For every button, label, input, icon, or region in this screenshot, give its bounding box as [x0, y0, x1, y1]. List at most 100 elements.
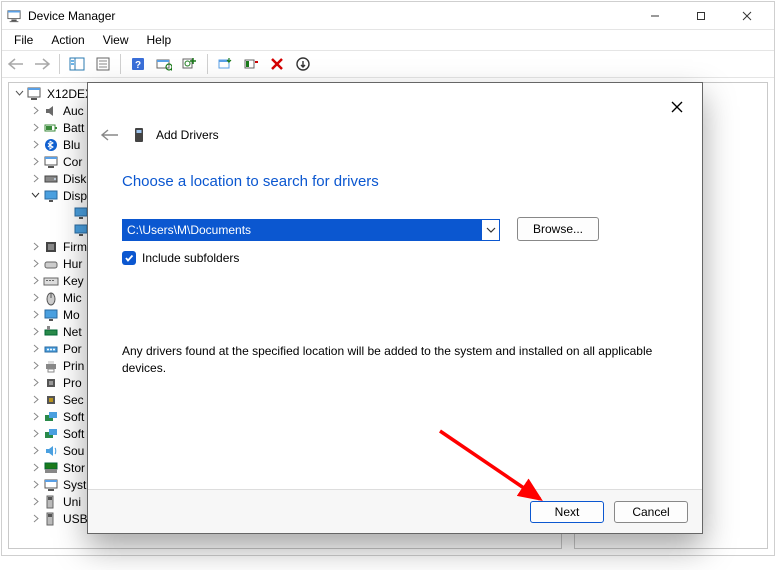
dropdown-button[interactable]	[481, 220, 499, 240]
uninstall-device-button[interactable]	[239, 53, 263, 75]
include-subfolders-checkbox[interactable]	[122, 251, 136, 265]
device-category-icon	[43, 477, 59, 493]
nav-forward-button[interactable]	[30, 53, 54, 75]
chevron-right-icon[interactable]	[29, 513, 41, 525]
chevron-right-icon[interactable]	[29, 411, 41, 423]
device-category-icon	[43, 273, 59, 289]
next-button-label: Next	[555, 505, 580, 519]
menu-help[interactable]: Help	[139, 31, 180, 49]
tree-node-label: Batt	[63, 121, 84, 135]
chevron-right-icon[interactable]	[29, 326, 41, 338]
tree-node-label: Stor	[63, 461, 85, 475]
tree-node-label: Soft	[63, 410, 84, 424]
device-category-icon	[43, 324, 59, 340]
menu-file[interactable]: File	[6, 31, 41, 49]
tree-node-label: Soft	[63, 427, 84, 441]
device-category-icon	[43, 307, 59, 323]
app-icon	[6, 8, 22, 24]
menu-view[interactable]: View	[95, 31, 137, 49]
next-button[interactable]: Next	[530, 501, 604, 523]
add-driver-button[interactable]	[178, 53, 202, 75]
disable-device-button[interactable]	[265, 53, 289, 75]
device-category-icon	[43, 120, 59, 136]
path-input[interactable]	[123, 220, 481, 240]
device-category-icon	[43, 358, 59, 374]
dialog-footer: Next Cancel	[88, 489, 702, 533]
dialog-description: Any drivers found at the specified locat…	[122, 343, 668, 377]
properties-button[interactable]	[91, 53, 115, 75]
device-category-icon	[43, 341, 59, 357]
device-category-icon	[43, 239, 59, 255]
close-button[interactable]	[724, 2, 770, 30]
chevron-right-icon[interactable]	[29, 275, 41, 287]
chevron-right-icon[interactable]	[29, 496, 41, 508]
device-category-icon	[43, 188, 59, 204]
chevron-right-icon[interactable]	[29, 360, 41, 372]
menu-action[interactable]: Action	[43, 31, 92, 49]
browse-button-label: Browse...	[533, 222, 583, 236]
back-button[interactable]	[98, 123, 122, 147]
device-category-icon	[43, 392, 59, 408]
scan-hardware-button[interactable]	[152, 53, 176, 75]
device-category-icon	[43, 375, 59, 391]
chevron-down-icon[interactable]	[13, 88, 25, 100]
chevron-right-icon[interactable]	[29, 156, 41, 168]
chevron-right-icon[interactable]	[29, 445, 41, 457]
include-subfolders-label: Include subfolders	[142, 251, 239, 265]
device-category-icon	[43, 290, 59, 306]
window-controls	[632, 2, 770, 30]
chevron-right-icon[interactable]	[29, 462, 41, 474]
chevron-right-icon[interactable]	[29, 343, 41, 355]
tree-node-label: Mic	[63, 291, 82, 305]
svg-text:?: ?	[135, 60, 141, 71]
driver-icon	[132, 126, 146, 144]
dialog-title: Add Drivers	[132, 126, 219, 144]
dialog-close-button[interactable]	[662, 93, 692, 121]
add-drivers-dialog: Add Drivers Choose a location to search …	[87, 82, 703, 534]
tree-node-label: Pro	[63, 376, 82, 390]
chevron-right-icon[interactable]	[29, 105, 41, 117]
show-hide-tree-button[interactable]	[65, 53, 89, 75]
update-driver-button[interactable]	[213, 53, 237, 75]
device-category-icon	[43, 137, 59, 153]
chevron-right-icon[interactable]	[29, 292, 41, 304]
computer-icon	[27, 86, 43, 102]
toolbar: ?	[2, 50, 774, 78]
chevron-right-icon[interactable]	[29, 258, 41, 270]
chevron-right-icon[interactable]	[29, 428, 41, 440]
chevron-right-icon[interactable]	[29, 377, 41, 389]
tree-node-label: Hur	[63, 257, 82, 271]
chevron-right-icon[interactable]	[29, 309, 41, 321]
device-category-icon	[43, 494, 59, 510]
enable-device-button[interactable]	[291, 53, 315, 75]
device-category-icon	[43, 256, 59, 272]
tree-node-label: Disp	[63, 189, 87, 203]
chevron-right-icon[interactable]	[29, 394, 41, 406]
maximize-button[interactable]	[678, 2, 724, 30]
chevron-right-icon[interactable]	[29, 173, 41, 185]
nav-back-button[interactable]	[4, 53, 28, 75]
chevron-down-icon[interactable]	[29, 190, 41, 202]
tree-node-label: Mo	[63, 308, 80, 322]
cancel-button[interactable]: Cancel	[614, 501, 688, 523]
chevron-right-icon[interactable]	[29, 139, 41, 151]
chevron-right-icon[interactable]	[29, 479, 41, 491]
tree-node-label: Disk	[63, 172, 86, 186]
help-button[interactable]: ?	[126, 53, 150, 75]
window-title: Device Manager	[28, 9, 632, 23]
device-category-icon	[43, 426, 59, 442]
tree-node-label: Blu	[63, 138, 80, 152]
path-combobox[interactable]	[122, 219, 500, 241]
menu-bar: File Action View Help	[2, 30, 774, 50]
browse-button[interactable]: Browse...	[517, 217, 599, 241]
device-category-icon	[43, 460, 59, 476]
tree-node-label: Sec	[63, 393, 84, 407]
tree-node-label: Key	[63, 274, 84, 288]
tree-node-label: Por	[63, 342, 82, 356]
minimize-button[interactable]	[632, 2, 678, 30]
chevron-right-icon[interactable]	[29, 122, 41, 134]
tree-node-label: Cor	[63, 155, 82, 169]
chevron-right-icon[interactable]	[29, 241, 41, 253]
tree-node-label: Syst	[63, 478, 86, 492]
device-category-icon	[43, 103, 59, 119]
